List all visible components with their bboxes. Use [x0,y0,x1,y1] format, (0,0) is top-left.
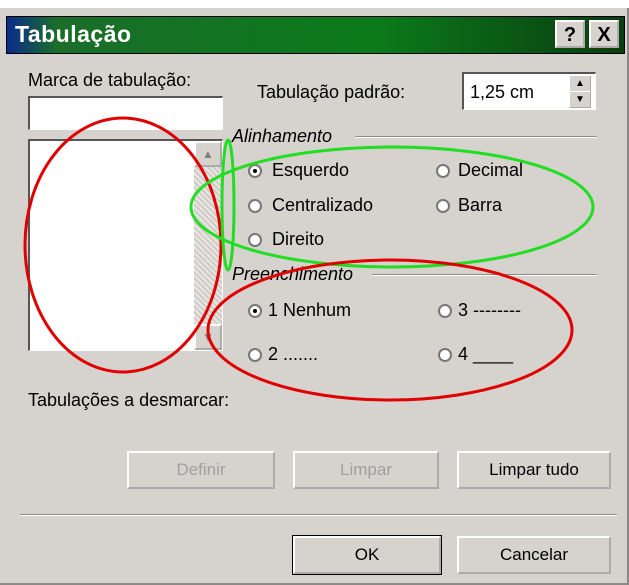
leader-dots-label[interactable]: 2 ....... [268,344,318,365]
set-button[interactable]: Definir [127,451,275,489]
align-bar-label[interactable]: Barra [458,195,502,216]
align-decimal-radio[interactable] [436,164,450,178]
tab-stop-label: Marca de tabulação: [28,70,192,90]
align-right-radio[interactable] [248,233,262,247]
align-left-label[interactable]: Esquerdo [272,160,349,181]
help-button[interactable]: ? [555,20,585,48]
align-left-radio[interactable] [248,164,262,178]
leader-dashes-radio[interactable] [438,304,452,318]
leader-dashes-label[interactable]: 3 -------- [458,300,521,321]
leader-none-label[interactable]: 1 Nenhum [268,300,351,321]
clear-tabs-label: Tabulações a desmarcar: [28,390,230,410]
tabs-dialog: Tabulação ? X Marca de tabulação: ▲ ▼ Ta… [0,8,629,585]
align-center-radio[interactable] [248,199,262,213]
tab-stop-input[interactable] [28,96,223,130]
window-title: Tabulação [15,21,132,47]
clear-button[interactable]: Limpar [293,451,439,489]
spin-down-icon[interactable]: ▼ [569,91,591,108]
default-tab-input[interactable]: 1,25 cm ▲ ▼ [462,72,596,110]
leader-line-radio[interactable] [438,348,452,362]
align-decimal-label[interactable]: Decimal [458,160,523,181]
leader-group-label: Preenchimento [232,264,354,284]
tab-stops-list[interactable]: ▲ ▼ [28,139,223,351]
cancel-button[interactable]: Cancelar [457,536,611,574]
leader-line-label[interactable]: 4 ____ [458,344,513,365]
leader-none-radio[interactable] [248,304,262,318]
clear-all-button[interactable]: Limpar tudo [457,451,611,489]
leader-divider [372,274,597,276]
scroll-down-arrow-icon[interactable]: ▼ [194,324,222,350]
default-tab-value: 1,25 cm [470,82,535,102]
scroll-up-arrow-icon[interactable]: ▲ [194,141,222,167]
close-button[interactable]: X [589,20,619,48]
footer-divider [20,514,617,516]
title-bar: Tabulação ? X [6,16,625,54]
ok-button[interactable]: OK [292,535,442,575]
align-bar-radio[interactable] [436,199,450,213]
align-center-label[interactable]: Centralizado [272,195,373,216]
alignment-group-label: Alinhamento [232,126,333,146]
alignment-divider [355,136,597,138]
leader-dots-radio[interactable] [248,348,262,362]
align-right-label[interactable]: Direito [272,229,324,250]
default-tab-label: Tabulação padrão: [257,82,406,102]
list-scrollbar[interactable]: ▲ ▼ [194,141,222,350]
spin-up-icon[interactable]: ▲ [569,75,591,92]
